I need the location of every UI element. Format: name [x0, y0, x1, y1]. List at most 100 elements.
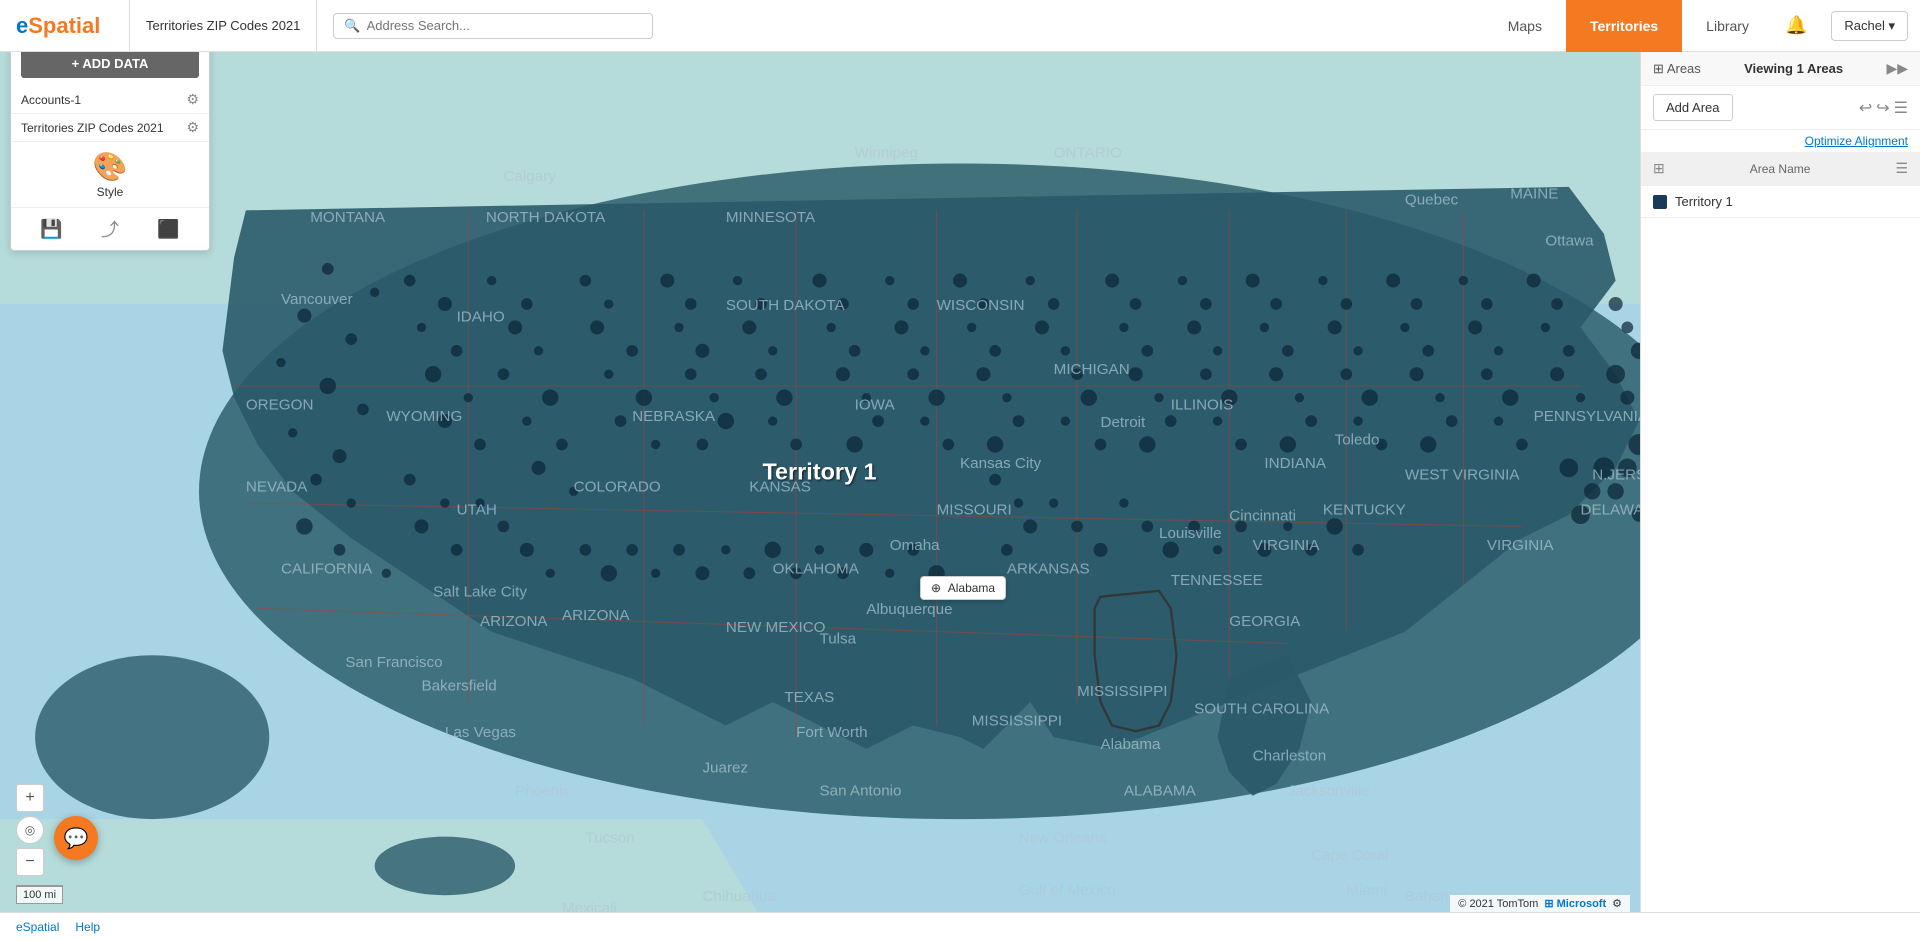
style-label: Style — [97, 185, 124, 199]
zoom-controls: + ◎ − — [16, 784, 44, 880]
svg-text:ONTARIO: ONTARIO — [1054, 145, 1122, 162]
svg-text:MINNESOTA: MINNESOTA — [726, 209, 816, 226]
header: eSpatial Territories ZIP Codes 2021 🔍 Ma… — [0, 0, 1920, 52]
svg-text:Albuquerque: Albuquerque — [866, 601, 952, 618]
svg-text:NEBRASKA: NEBRASKA — [632, 408, 716, 425]
svg-text:SOUTH DAKOTA: SOUTH DAKOTA — [726, 297, 846, 314]
search-icon: 🔍 — [344, 18, 360, 34]
svg-text:Tulsa: Tulsa — [820, 631, 857, 648]
svg-text:Juarez: Juarez — [702, 759, 748, 776]
svg-text:Charleston: Charleston — [1253, 748, 1327, 765]
library-nav-button[interactable]: Library — [1682, 0, 1773, 52]
grid-icon: ⊞ — [1653, 61, 1664, 76]
address-search-input[interactable] — [367, 18, 643, 33]
right-panel-expand-button[interactable]: ▶▶ — [1886, 60, 1908, 77]
svg-text:Louisville: Louisville — [1159, 525, 1222, 542]
nav-right: Maps Territories Library 🔔 Rachel ▾ — [1484, 0, 1920, 52]
svg-text:Quebec: Quebec — [1405, 191, 1459, 208]
svg-text:Ottawa: Ottawa — [1545, 232, 1594, 249]
svg-text:Las Vegas: Las Vegas — [445, 724, 516, 741]
optimize-alignment-link[interactable]: Optimize Alignment — [1641, 130, 1920, 152]
svg-text:Detroit: Detroit — [1100, 414, 1146, 431]
map-title: Territories ZIP Codes 2021 — [130, 0, 317, 51]
scale-indicator: 100 mi — [16, 885, 63, 904]
footer: eSpatial Help — [0, 912, 1920, 940]
territory-name: Territory 1 — [1675, 194, 1733, 209]
svg-text:New Orleans: New Orleans — [1019, 830, 1107, 847]
svg-text:ILLINOIS: ILLINOIS — [1171, 396, 1234, 413]
svg-text:OKLAHOMA: OKLAHOMA — [773, 560, 860, 577]
svg-text:OREGON: OREGON — [246, 396, 314, 413]
svg-text:Toledo: Toledo — [1335, 431, 1380, 448]
layer-row: Accounts-1 ⚙ — [11, 86, 209, 114]
add-area-button[interactable]: Add Area — [1653, 94, 1733, 121]
svg-text:ARIZONA: ARIZONA — [480, 613, 548, 630]
svg-text:Omaha: Omaha — [890, 537, 940, 554]
right-panel-controls: Add Area ↩ ↪ ☰ — [1641, 86, 1920, 130]
svg-text:MAINE: MAINE — [1510, 186, 1558, 203]
svg-text:GEORGIA: GEORGIA — [1229, 613, 1301, 630]
style-section: 🎨 Style — [11, 142, 209, 208]
svg-text:MISSISSIPPI: MISSISSIPPI — [972, 712, 1062, 729]
territory-color-swatch — [1653, 195, 1667, 209]
save-button[interactable]: 💾 — [40, 219, 62, 240]
zoom-in-button[interactable]: + — [16, 784, 44, 812]
area-list-menu-button[interactable]: ☰ — [1895, 160, 1908, 177]
notification-button[interactable]: 🔔 — [1773, 0, 1819, 52]
svg-text:Salt Lake City: Salt Lake City — [433, 584, 527, 601]
map-container: Calgary Winnipeg ONTARIO Quebec Ottawa M… — [0, 52, 1920, 940]
search-bar[interactable]: 🔍 — [333, 13, 653, 39]
svg-text:IDAHO: IDAHO — [457, 309, 505, 326]
svg-text:Cincinnati: Cincinnati — [1229, 508, 1296, 525]
viewing-count: Viewing 1 Areas — [1744, 61, 1843, 76]
svg-text:WYOMING: WYOMING — [386, 408, 462, 425]
areas-label: ⊞ Areas — [1653, 61, 1701, 77]
territories-nav-button[interactable]: Territories — [1566, 0, 1682, 52]
svg-text:Bakersfield: Bakersfield — [421, 677, 496, 694]
territory-map-label: Territory 1 — [762, 459, 876, 485]
svg-text:PENNSYLVANIA: PENNSYLVANIA — [1534, 408, 1649, 425]
layer-name: Territories ZIP Codes 2021 — [21, 121, 164, 135]
svg-text:COLORADO: COLORADO — [574, 478, 661, 495]
right-panel: ⊞ Areas Viewing 1 Areas ▶▶ Add Area ↩ ↪ … — [1640, 52, 1920, 940]
layer-settings-icon[interactable]: ⚙ — [186, 91, 199, 108]
map-svg[interactable]: Calgary Winnipeg ONTARIO Quebec Ottawa M… — [0, 52, 1920, 940]
svg-text:TENNESSEE: TENNESSEE — [1171, 572, 1263, 589]
svg-text:MONTANA: MONTANA — [310, 209, 386, 226]
svg-text:Jacksonville: Jacksonville — [1288, 783, 1370, 800]
maps-nav-button[interactable]: Maps — [1484, 0, 1566, 52]
svg-text:NEVADA: NEVADA — [246, 478, 308, 495]
zoom-out-button[interactable]: − — [16, 848, 44, 876]
svg-text:MISSOURI: MISSOURI — [937, 502, 1012, 519]
redo-button[interactable]: ↪ — [1876, 98, 1889, 118]
style-icon: 🎨 — [93, 150, 128, 183]
menu-button[interactable]: ☰ — [1894, 98, 1908, 118]
area-grid-icon-button[interactable]: ⊞ — [1653, 160, 1665, 177]
add-data-button[interactable]: + ADD DATA — [21, 49, 199, 78]
footer-help-link[interactable]: Help — [75, 920, 100, 934]
compass-button[interactable]: ◎ — [16, 816, 44, 844]
user-menu-button[interactable]: Rachel ▾ — [1831, 11, 1908, 41]
undo-button[interactable]: ↩ — [1859, 98, 1872, 118]
layer-name: Accounts-1 — [21, 93, 81, 107]
svg-text:IOWA: IOWA — [855, 396, 896, 413]
svg-text:Vancouver: Vancouver — [281, 291, 353, 308]
area-name-column-header: Area Name — [1750, 162, 1811, 176]
export-button[interactable]: ⬛ — [157, 219, 179, 240]
svg-text:MICHIGAN: MICHIGAN — [1054, 361, 1130, 378]
svg-text:Calgary: Calgary — [503, 168, 556, 185]
area-list-header: ⊞ Area Name ☰ — [1641, 152, 1920, 186]
area-tool-buttons: ↩ ↪ ☰ — [1859, 98, 1908, 118]
share-button[interactable]: ⤴ — [101, 216, 119, 242]
layer-settings-icon[interactable]: ⚙ — [186, 119, 199, 136]
svg-text:SOUTH CAROLINA: SOUTH CAROLINA — [1194, 701, 1330, 718]
svg-text:ALABAMA: ALABAMA — [1124, 783, 1197, 800]
chat-button[interactable]: 💬 — [54, 816, 98, 860]
svg-text:UTAH: UTAH — [457, 502, 497, 519]
footer-logo-link[interactable]: eSpatial — [16, 920, 59, 934]
attribution-settings-icon[interactable]: ⚙ — [1612, 897, 1622, 910]
svg-text:KENTUCKY: KENTUCKY — [1323, 502, 1406, 519]
svg-text:San Francisco: San Francisco — [345, 654, 442, 671]
territory-list-item[interactable]: Territory 1 — [1641, 186, 1920, 218]
svg-text:NORTH DAKOTA: NORTH DAKOTA — [486, 209, 606, 226]
